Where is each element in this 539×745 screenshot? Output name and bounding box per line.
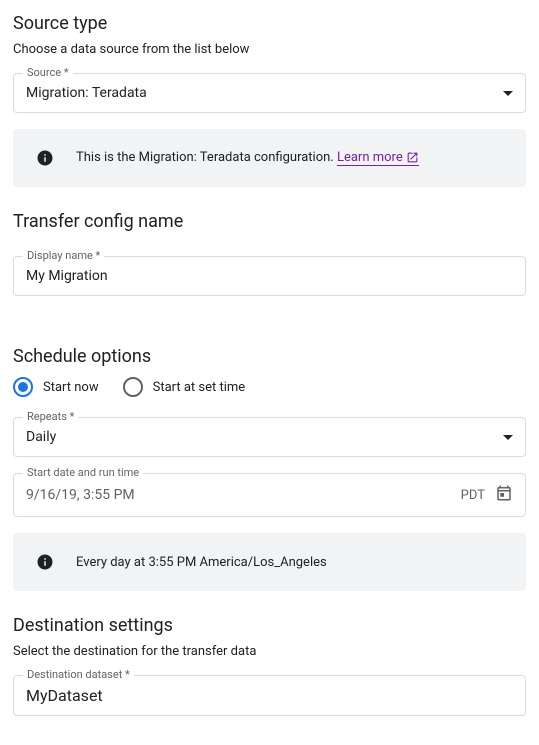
- datetime-tz: PDT: [461, 488, 485, 503]
- repeats-value: Daily: [26, 429, 495, 445]
- schedule-radio-group: Start now Start at set time: [13, 377, 526, 397]
- schedule-title: Schedule options: [13, 346, 526, 367]
- chevron-down-icon: [503, 91, 513, 96]
- repeats-label: Repeats *: [23, 410, 78, 423]
- learn-more-link[interactable]: Learn more: [337, 150, 419, 166]
- start-at-set-time-label: Start at set time: [153, 380, 246, 395]
- external-link-icon: [406, 151, 419, 164]
- info-icon: [34, 147, 56, 169]
- source-info-text: This is the Migration: Teradata configur…: [76, 150, 419, 166]
- destination-desc: Select the destination for the transfer …: [13, 644, 526, 659]
- destination-dataset-field[interactable]: Destination dataset *: [13, 675, 526, 716]
- source-info-box: This is the Migration: Teradata configur…: [13, 129, 526, 187]
- datetime-label: Start date and run time: [23, 466, 143, 479]
- chevron-down-icon: [503, 435, 513, 440]
- transfer-config-title: Transfer config name: [13, 211, 526, 232]
- calendar-icon[interactable]: [495, 484, 513, 506]
- display-name-label: Display name *: [23, 249, 104, 262]
- destination-dataset-label: Destination dataset *: [23, 668, 134, 681]
- display-name-field[interactable]: Display name *: [13, 256, 526, 296]
- start-at-set-time-radio[interactable]: Start at set time: [123, 377, 246, 397]
- radio-checked-icon: [13, 377, 33, 397]
- source-type-title: Source type: [13, 13, 526, 34]
- display-name-input[interactable]: [26, 268, 513, 284]
- start-now-radio[interactable]: Start now: [13, 377, 99, 397]
- schedule-info-box: Every day at 3:55 PM America/Los_Angeles: [13, 533, 526, 591]
- destination-title: Destination settings: [13, 615, 526, 636]
- info-icon: [34, 551, 56, 573]
- repeats-select[interactable]: Repeats * Daily: [13, 417, 526, 457]
- datetime-input[interactable]: [26, 487, 461, 503]
- source-select[interactable]: Source * Migration: Teradata: [13, 73, 526, 113]
- source-type-desc: Choose a data source from the list below: [13, 42, 526, 57]
- schedule-info-text: Every day at 3:55 PM America/Los_Angeles: [76, 555, 327, 570]
- destination-dataset-input[interactable]: [26, 686, 513, 705]
- start-now-label: Start now: [43, 380, 99, 395]
- radio-unchecked-icon: [123, 377, 143, 397]
- source-label: Source *: [23, 66, 73, 79]
- datetime-field[interactable]: Start date and run time PDT: [13, 473, 526, 517]
- source-value: Migration: Teradata: [26, 85, 495, 101]
